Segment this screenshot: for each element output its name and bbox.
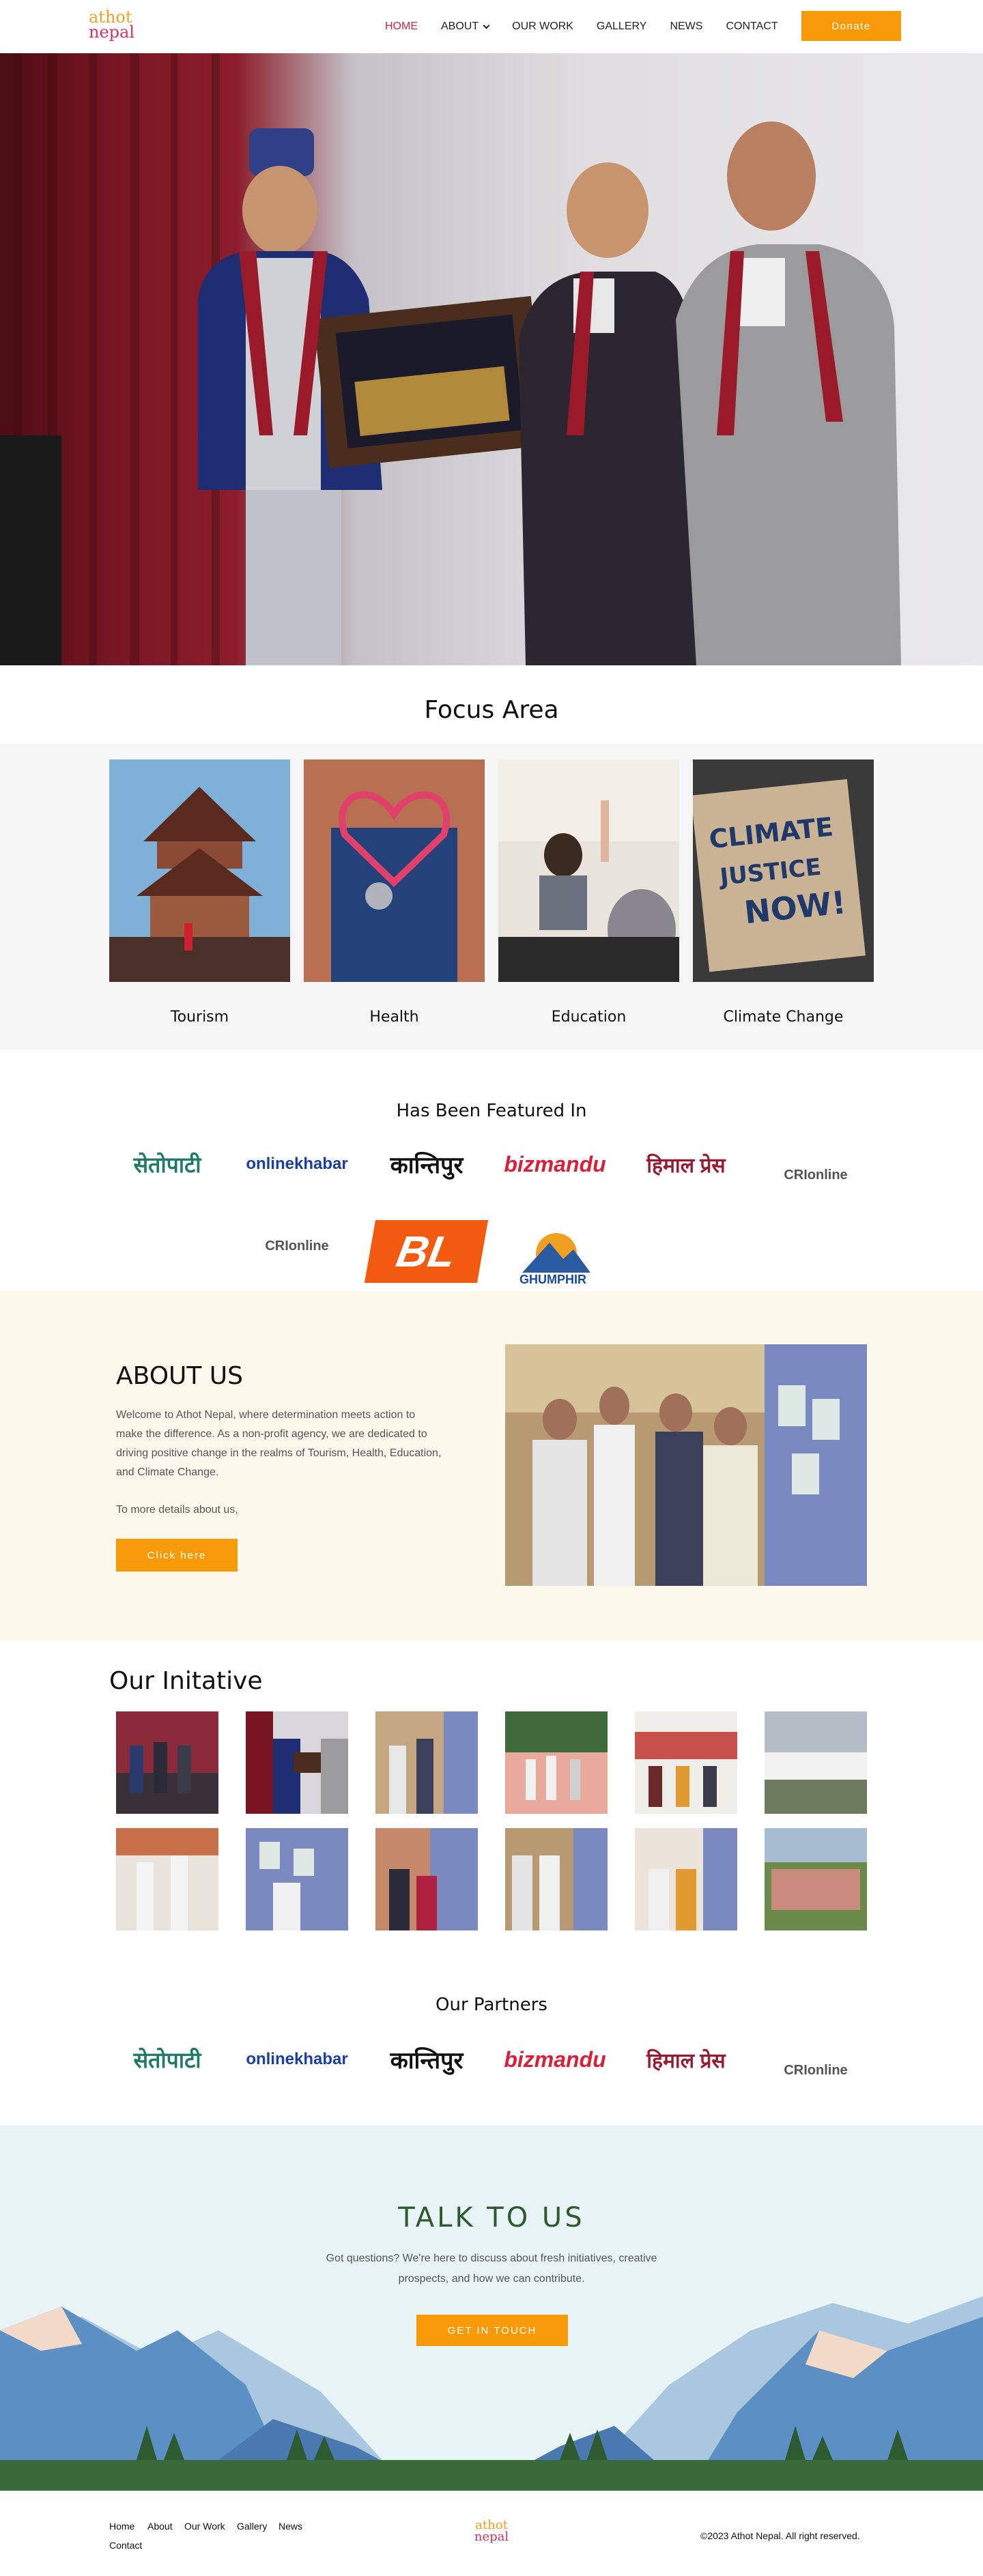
nav-about-label: ABOUT xyxy=(441,20,479,32)
get-in-touch-button[interactable]: GET IN TOUCH xyxy=(416,2315,568,2346)
about-photo-image xyxy=(505,1344,867,1586)
logo-bl[interactable]: BL xyxy=(364,1220,489,1283)
nav-our-work[interactable]: OUR WORK xyxy=(512,20,573,33)
logo-line-2: nepal xyxy=(89,23,135,42)
education-photo xyxy=(498,759,679,982)
about-photo xyxy=(505,1344,867,1586)
partner-crionline[interactable]: CRIonline xyxy=(768,2055,864,2085)
initiative-photo-5[interactable] xyxy=(635,1711,737,1814)
initiative-photo-4[interactable] xyxy=(505,1711,608,1814)
initiative-photo-1[interactable] xyxy=(116,1711,218,1814)
featured-title: Has Been Featured In xyxy=(396,1101,587,1121)
logo-kantipur[interactable]: कान्तिपुर xyxy=(365,1149,488,1179)
initiative-photo-7[interactable] xyxy=(116,1828,218,1930)
talk-body: Got questions? We're here to discuss abo… xyxy=(326,2253,657,2285)
footer-link-gallery[interactable]: Gallery xyxy=(237,2521,267,2532)
footer-link-contact[interactable]: Contact xyxy=(109,2540,142,2551)
site-logo[interactable]: athot nepal xyxy=(89,9,137,42)
footer-link-home[interactable]: Home xyxy=(109,2521,134,2532)
ghumphir-mountain-icon xyxy=(522,1233,590,1273)
ghumphir-label: GHUMPHIR xyxy=(519,1273,586,1286)
footer-link-news[interactable]: News xyxy=(279,2521,302,2532)
about-body: Welcome to Athot Nepal, where determinat… xyxy=(116,1409,442,1478)
logo-ghumphir[interactable]: GHUMPHIR xyxy=(502,1216,604,1287)
focus-card-education[interactable] xyxy=(498,759,679,982)
partner-onlinekhabar[interactable]: onlinekhabar xyxy=(236,2044,358,2074)
initiative-photo-11[interactable] xyxy=(635,1828,737,1930)
logo-bizmandu[interactable]: bizmandu xyxy=(497,1149,613,1179)
focus-caption-education: Education xyxy=(551,1009,627,1026)
nav-gallery[interactable]: GALLERY xyxy=(597,20,647,33)
partners-title: Our Partners xyxy=(436,1995,547,2015)
site-footer: Home About Our Work Gallery News Contact… xyxy=(0,2491,983,2576)
logo-setopati[interactable]: सेतोपाटी xyxy=(109,1149,225,1179)
initiative-photo-2[interactable] xyxy=(246,1711,348,1814)
tourism-photo xyxy=(109,759,290,982)
initiative-photo-3[interactable] xyxy=(375,1711,478,1814)
nav-about[interactable]: ABOUT xyxy=(441,20,490,33)
nav-news[interactable]: NEWS xyxy=(670,20,702,33)
talk-section: TALK TO US Got questions? We're here to … xyxy=(0,2126,983,2491)
partner-himal-press[interactable]: हिमाल प्रेस xyxy=(625,2044,747,2074)
footer-logo[interactable]: athot nepal xyxy=(470,2519,513,2543)
health-photo xyxy=(304,759,485,982)
site-header: athot nepal HOME ABOUT OUR WORK GALLERY … xyxy=(0,0,983,53)
about-more-text: To more details about us, xyxy=(116,1504,238,1516)
footer-link-our-work[interactable]: Our Work xyxy=(184,2521,225,2532)
focus-card-climate-change[interactable]: CLIMATE JUSTICE NOW! xyxy=(691,759,874,982)
hero-image xyxy=(0,53,983,665)
logo-onlinekhabar[interactable]: onlinekhabar xyxy=(236,1149,358,1179)
focus-caption-climate: Climate Change xyxy=(723,1009,844,1026)
main-nav: HOME ABOUT OUR WORK GALLERY NEWS CONTACT xyxy=(385,0,801,53)
footer-copyright: ©2023 Athot Nepal. All right reserved. xyxy=(700,2530,860,2541)
initiative-photo-6[interactable] xyxy=(765,1711,867,1814)
footer-logo-line-2: nepal xyxy=(474,2530,509,2544)
mountain-illustration xyxy=(0,2296,983,2491)
initiative-photo-8[interactable] xyxy=(246,1828,348,1930)
nav-home[interactable]: HOME xyxy=(385,20,418,33)
initiative-photo-9[interactable] xyxy=(375,1828,478,1930)
logo-crionline[interactable]: CRIonline xyxy=(768,1160,864,1190)
partner-kantipur[interactable]: कान्तिपुर xyxy=(365,2044,488,2074)
focus-card-tourism[interactable] xyxy=(109,759,290,982)
focus-caption-tourism: Tourism xyxy=(170,1009,229,1026)
partner-bizmandu[interactable]: bizmandu xyxy=(497,2044,613,2074)
donate-button[interactable]: Donate xyxy=(801,11,901,41)
initiative-photo-12[interactable] xyxy=(765,1828,867,1930)
climate-photo: CLIMATE JUSTICE NOW! xyxy=(691,759,874,982)
about-title: ABOUT US xyxy=(116,1362,244,1390)
about-click-here-button[interactable]: Click here xyxy=(116,1539,238,1572)
partner-setopati[interactable]: सेतोपाटी xyxy=(109,2044,225,2074)
initiative-title: Our Initative xyxy=(109,1667,263,1695)
footer-link-about[interactable]: About xyxy=(147,2521,173,2532)
talk-title: TALK TO US xyxy=(398,2202,585,2233)
focus-card-health[interactable] xyxy=(304,759,485,982)
logo-crionline-2[interactable]: CRIonline xyxy=(249,1231,345,1261)
initiative-photo-10[interactable] xyxy=(505,1828,608,1930)
focus-caption-health: Health xyxy=(369,1009,419,1026)
logo-himal-press[interactable]: हिमाल प्रेस xyxy=(625,1149,747,1179)
chevron-down-icon xyxy=(483,22,490,29)
hero-photo xyxy=(0,53,901,665)
focus-title: Focus Area xyxy=(424,696,559,724)
nav-contact[interactable]: CONTACT xyxy=(726,20,778,33)
